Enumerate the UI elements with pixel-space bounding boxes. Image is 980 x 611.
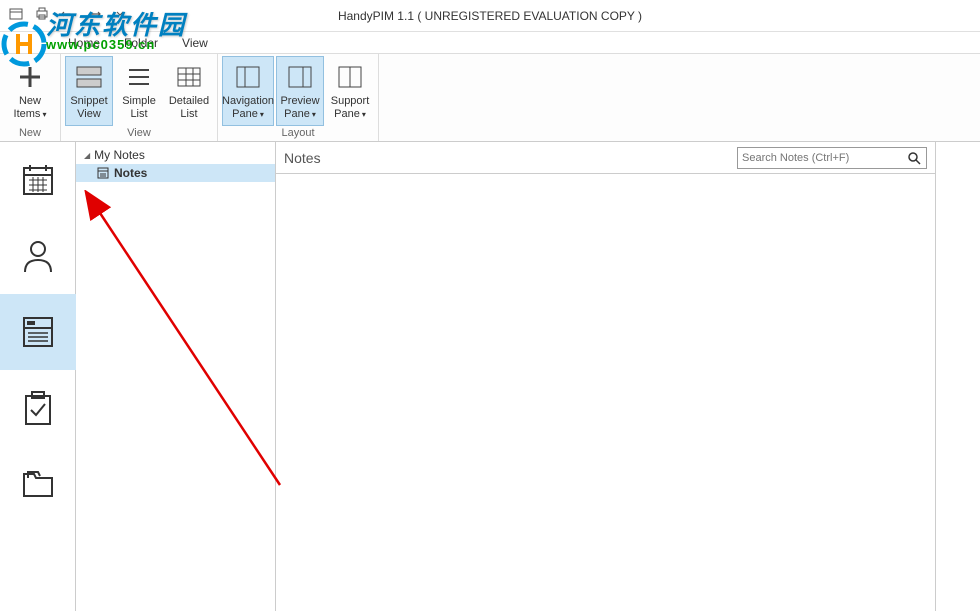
qat-dropdown-icon[interactable] bbox=[110, 4, 130, 24]
ribbon-group-layout-label: Layout bbox=[222, 126, 374, 141]
nav-calendar-button[interactable] bbox=[0, 142, 76, 218]
preview-pane-label: PreviewPane▾ bbox=[280, 95, 319, 121]
ribbon-group-view-label: View bbox=[65, 126, 213, 141]
menu-view[interactable]: View bbox=[170, 32, 220, 53]
title-bar: HandyPIM 1.1 ( UNREGISTERED EVALUATION C… bbox=[0, 0, 980, 32]
tree-root-label: My Notes bbox=[94, 148, 145, 162]
preview-pane-button[interactable]: PreviewPane▾ bbox=[276, 56, 324, 126]
simple-list-icon bbox=[123, 61, 155, 93]
window-title: HandyPIM 1.1 ( UNREGISTERED EVALUATION C… bbox=[338, 9, 642, 23]
qat-print-icon[interactable] bbox=[32, 4, 52, 24]
calendar-icon bbox=[18, 160, 58, 200]
content-title: Notes bbox=[284, 150, 729, 166]
nav-notes-button[interactable] bbox=[0, 294, 76, 370]
qat-undo-icon[interactable] bbox=[58, 4, 78, 24]
support-pane-label: SupportPane▾ bbox=[331, 95, 370, 121]
navigation-pane-button[interactable]: NavigationPane▾ bbox=[222, 56, 274, 126]
collapse-arrow-icon: ◢ bbox=[84, 151, 90, 160]
search-box[interactable] bbox=[737, 147, 927, 169]
menu-folder[interactable]: Folder bbox=[112, 32, 170, 53]
ribbon-group-new: NewItems▾ New bbox=[0, 54, 61, 141]
plus-icon bbox=[14, 61, 46, 93]
qat-new-icon[interactable] bbox=[6, 4, 26, 24]
nav-tasks-button[interactable] bbox=[0, 370, 76, 446]
folder-tree-panel: ◢ My Notes Notes bbox=[76, 142, 276, 611]
qat-redo-icon[interactable] bbox=[84, 4, 104, 24]
navigation-pane-label: NavigationPane▾ bbox=[222, 95, 274, 121]
support-pane-button[interactable]: SupportPane▾ bbox=[326, 56, 374, 126]
detailed-list-label: DetailedList bbox=[169, 95, 209, 121]
preview-pane-icon bbox=[284, 61, 316, 93]
navigation-sidebar bbox=[0, 142, 76, 611]
search-icon[interactable] bbox=[906, 151, 922, 165]
main-area: ◢ My Notes Notes Notes bbox=[0, 142, 980, 611]
nav-contacts-button[interactable] bbox=[0, 218, 76, 294]
snippet-view-button[interactable]: SnippetView bbox=[65, 56, 113, 126]
support-pane-icon bbox=[334, 61, 366, 93]
menu-home[interactable]: Home bbox=[56, 32, 112, 53]
ribbon-toolbar: NewItems▾ New SnippetView SimpleList bbox=[0, 54, 980, 142]
notes-icon bbox=[18, 312, 58, 352]
tree-root-my-notes[interactable]: ◢ My Notes bbox=[76, 146, 275, 164]
person-icon bbox=[18, 236, 58, 276]
menu-bar: Home Folder View bbox=[0, 32, 980, 54]
snippet-view-icon bbox=[73, 61, 105, 93]
right-strip bbox=[936, 142, 980, 611]
folder-icon bbox=[18, 464, 58, 504]
ribbon-group-layout: NavigationPane▾ PreviewPane▾ SupportPane… bbox=[218, 54, 379, 141]
search-input[interactable] bbox=[742, 152, 906, 164]
detailed-list-button[interactable]: DetailedList bbox=[165, 56, 213, 126]
content-header: Notes bbox=[276, 142, 935, 174]
new-items-button[interactable]: NewItems▾ bbox=[4, 56, 56, 126]
ribbon-group-view: SnippetView SimpleList DetailedList View bbox=[61, 54, 218, 141]
nav-folders-button[interactable] bbox=[0, 446, 76, 522]
simple-list-button[interactable]: SimpleList bbox=[115, 56, 163, 126]
ribbon-group-new-label: New bbox=[4, 126, 56, 141]
snippet-view-label: SnippetView bbox=[70, 95, 107, 121]
clipboard-check-icon bbox=[18, 388, 58, 428]
new-items-label: NewItems▾ bbox=[14, 95, 47, 121]
note-file-icon bbox=[96, 166, 110, 180]
detailed-list-icon bbox=[173, 61, 205, 93]
simple-list-label: SimpleList bbox=[122, 95, 156, 121]
content-panel: Notes bbox=[276, 142, 936, 611]
tree-item-label: Notes bbox=[114, 166, 147, 180]
tree-item-notes[interactable]: Notes bbox=[76, 164, 275, 182]
navigation-pane-icon bbox=[232, 61, 264, 93]
